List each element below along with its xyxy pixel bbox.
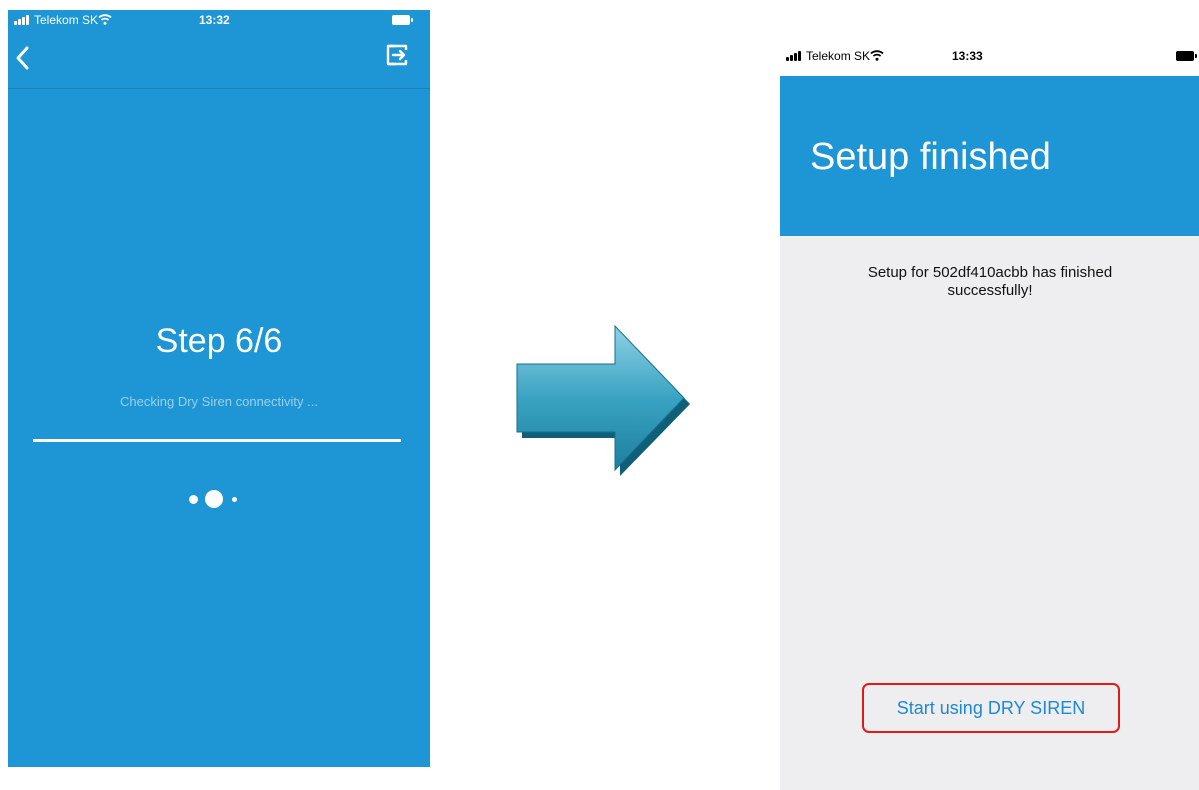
arrow-right-icon — [516, 324, 690, 476]
signal-icon — [14, 15, 30, 25]
exit-icon[interactable] — [384, 42, 410, 68]
battery-icon — [392, 15, 413, 25]
step-title: Step 6/6 — [155, 322, 283, 360]
battery-icon — [1176, 51, 1197, 61]
connectivity-status-text: Checking Dry Siren connectivity ... — [120, 394, 318, 409]
status-bar: Telekom SK 13:33 — [780, 38, 1199, 76]
start-using-button[interactable]: Start using DRY SIREN — [862, 683, 1120, 733]
progress-bar — [33, 439, 401, 442]
status-bar: Telekom SK 13:32 — [8, 10, 430, 30]
wifi-icon — [98, 14, 112, 25]
carrier-label: Telekom SK — [34, 13, 99, 27]
wifi-icon — [870, 50, 884, 61]
loading-dots-icon — [183, 487, 263, 511]
setup-finished-screen: Telekom SK 13:33 Setup finished Setup fo… — [780, 38, 1199, 790]
signal-icon — [786, 51, 802, 61]
success-message: Setup for 502df410acbb has finished succ… — [867, 264, 1113, 299]
nav-bar — [8, 32, 430, 89]
carrier-label: Telekom SK — [806, 49, 871, 63]
step-screen: Telekom SK 13:32 Step 6/6 Checking Dry S… — [8, 10, 430, 767]
chevron-left-icon[interactable] — [10, 36, 34, 80]
status-time: 13:33 — [952, 49, 983, 63]
page-title: Setup finished — [810, 136, 1051, 178]
status-time: 13:32 — [199, 13, 230, 27]
